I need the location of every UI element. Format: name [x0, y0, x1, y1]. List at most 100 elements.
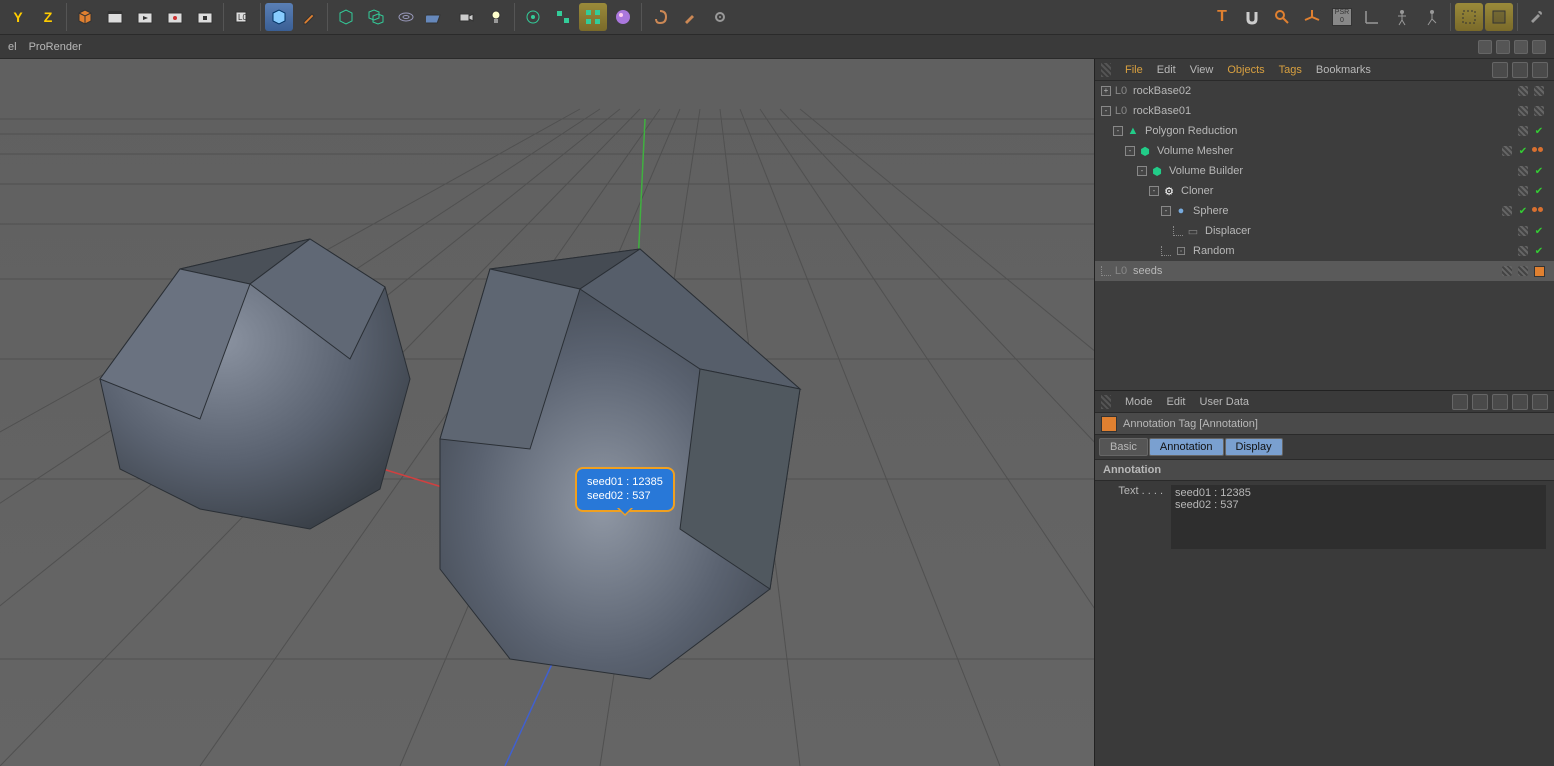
axis-widget-icon[interactable]: [1298, 3, 1326, 31]
clapper-stop-icon[interactable]: [191, 3, 219, 31]
tree-label[interactable]: Cloner: [1181, 185, 1213, 197]
om-menu-objects[interactable]: Objects: [1227, 64, 1264, 76]
tag-enable-icon[interactable]: [1532, 104, 1546, 118]
tree-label[interactable]: seeds: [1133, 265, 1162, 277]
spiral-icon[interactable]: [646, 3, 674, 31]
cube-icon[interactable]: [71, 3, 99, 31]
sphere-icon[interactable]: [609, 3, 637, 31]
tree-expander-icon[interactable]: [1173, 226, 1183, 236]
tag-enable-icon[interactable]: [1516, 264, 1530, 278]
cubes-link-icon[interactable]: [549, 3, 577, 31]
cube-shaded-icon[interactable]: [265, 3, 293, 31]
tag-enable-icon[interactable]: [1532, 84, 1546, 98]
om-menu-tags[interactable]: Tags: [1279, 64, 1302, 76]
tag-annotation-icon[interactable]: [1532, 264, 1546, 278]
walk-icon[interactable]: [1418, 3, 1446, 31]
wrench-icon[interactable]: [1522, 3, 1550, 31]
tree-row-displacer[interactable]: ▭Displacer✔: [1095, 221, 1554, 241]
tag-check-icon[interactable]: ✔: [1532, 184, 1546, 198]
gear-icon[interactable]: [706, 3, 734, 31]
brush-icon[interactable]: [676, 3, 704, 31]
viewport-pan-icon[interactable]: [1478, 40, 1492, 54]
cube-wireframe-add-icon[interactable]: [332, 3, 360, 31]
tree-expander-icon[interactable]: +: [1101, 86, 1111, 96]
tree-row-volume-builder[interactable]: -⬢Volume Builder✔: [1095, 161, 1554, 181]
tree-expander-icon[interactable]: -: [1149, 186, 1159, 196]
tree-row-rockbase02[interactable]: +L0rockBase02: [1095, 81, 1554, 101]
am-menu-edit[interactable]: Edit: [1167, 396, 1186, 408]
tree-row-cloner[interactable]: -⚙Cloner✔: [1095, 181, 1554, 201]
axis-z-icon[interactable]: Z: [34, 3, 62, 31]
tree-expander-icon[interactable]: -: [1101, 106, 1111, 116]
selection-b-icon[interactable]: [1485, 3, 1513, 31]
pencil-icon[interactable]: [295, 3, 323, 31]
viewport-zoom-icon[interactable]: [1496, 40, 1510, 54]
tag-enable-icon[interactable]: [1516, 104, 1530, 118]
tree-expander-icon[interactable]: [1101, 266, 1111, 276]
om-menu-edit[interactable]: Edit: [1157, 64, 1176, 76]
tag-check-icon[interactable]: ✔: [1532, 224, 1546, 238]
search-icon[interactable]: [1268, 3, 1296, 31]
am-lock-icon[interactable]: [1512, 394, 1528, 410]
tree-row-rockbase01[interactable]: -L0rockBase01: [1095, 101, 1554, 121]
selection-a-icon[interactable]: [1455, 3, 1483, 31]
magnet-icon[interactable]: [1238, 3, 1266, 31]
tag-check-icon[interactable]: ✔: [1516, 144, 1530, 158]
om-eye-icon[interactable]: [1532, 62, 1548, 78]
viewport-menu-el[interactable]: el: [8, 41, 17, 53]
om-menu-bookmarks[interactable]: Bookmarks: [1316, 64, 1371, 76]
am-newwin-icon[interactable]: [1532, 394, 1548, 410]
cube-copy-icon[interactable]: [362, 3, 390, 31]
tree-label[interactable]: Polygon Reduction: [1145, 125, 1237, 137]
tag-dots-icon[interactable]: [1532, 144, 1546, 158]
am-nav-up-icon[interactable]: [1492, 394, 1508, 410]
panel-grip-icon[interactable]: [1101, 395, 1111, 409]
tag-enable-icon[interactable]: [1516, 224, 1530, 238]
psr-icon[interactable]: PSR0: [1328, 3, 1356, 31]
camera-icon[interactable]: [452, 3, 480, 31]
om-menu-file[interactable]: File: [1125, 64, 1143, 76]
tag-check-icon[interactable]: ✔: [1532, 164, 1546, 178]
viewport-menu-prorender[interactable]: ProRender: [29, 41, 82, 53]
attr-text-value[interactable]: [1171, 485, 1546, 549]
tree-label[interactable]: Displacer: [1205, 225, 1251, 237]
tree-expander-icon[interactable]: -: [1113, 126, 1123, 136]
coords-icon[interactable]: [1358, 3, 1386, 31]
tag-check-icon[interactable]: ✔: [1532, 244, 1546, 258]
tag-enable-icon[interactable]: [1500, 264, 1514, 278]
cubes-group-icon[interactable]: [579, 3, 607, 31]
tab-basic[interactable]: Basic: [1099, 438, 1148, 456]
torus-icon[interactable]: [392, 3, 420, 31]
tree-label[interactable]: Random: [1193, 245, 1235, 257]
atom-icon[interactable]: [519, 3, 547, 31]
tree-label[interactable]: rockBase02: [1133, 85, 1191, 97]
tag-enable-icon[interactable]: [1500, 144, 1514, 158]
tab-display[interactable]: Display: [1225, 438, 1283, 456]
tag-enable-icon[interactable]: [1516, 84, 1530, 98]
tree-row-random[interactable]: ⚀Random✔: [1095, 241, 1554, 261]
text-icon[interactable]: T: [1208, 3, 1236, 31]
tree-expander-icon[interactable]: -: [1137, 166, 1147, 176]
tree-row-seeds[interactable]: L0seeds: [1095, 261, 1554, 281]
tree-expander-icon[interactable]: -: [1125, 146, 1135, 156]
layer-icon[interactable]: L0: [228, 3, 256, 31]
viewport-rotate-icon[interactable]: [1514, 40, 1528, 54]
am-nav-fwd-icon[interactable]: [1472, 394, 1488, 410]
tab-annotation[interactable]: Annotation: [1149, 438, 1224, 456]
tree-row-polygon-reduction[interactable]: -▲Polygon Reduction✔: [1095, 121, 1554, 141]
viewport-3d[interactable]: seed01 : 12385 seed02 : 537: [0, 59, 1094, 766]
tag-dots-icon[interactable]: [1532, 204, 1546, 218]
light-icon[interactable]: [482, 3, 510, 31]
om-search-icon[interactable]: [1492, 62, 1508, 78]
tree-expander-icon[interactable]: -: [1161, 206, 1171, 216]
tag-enable-icon[interactable]: [1500, 204, 1514, 218]
clapper-play-icon[interactable]: [131, 3, 159, 31]
tree-row-volume-mesher[interactable]: -⬢Volume Mesher✔: [1095, 141, 1554, 161]
clapper-icon[interactable]: [101, 3, 129, 31]
clapper-rec-icon[interactable]: [161, 3, 189, 31]
tree-row-sphere[interactable]: -●Sphere✔: [1095, 201, 1554, 221]
am-menu-mode[interactable]: Mode: [1125, 396, 1153, 408]
tag-enable-icon[interactable]: [1516, 164, 1530, 178]
tag-enable-icon[interactable]: [1516, 124, 1530, 138]
tag-check-icon[interactable]: ✔: [1532, 124, 1546, 138]
